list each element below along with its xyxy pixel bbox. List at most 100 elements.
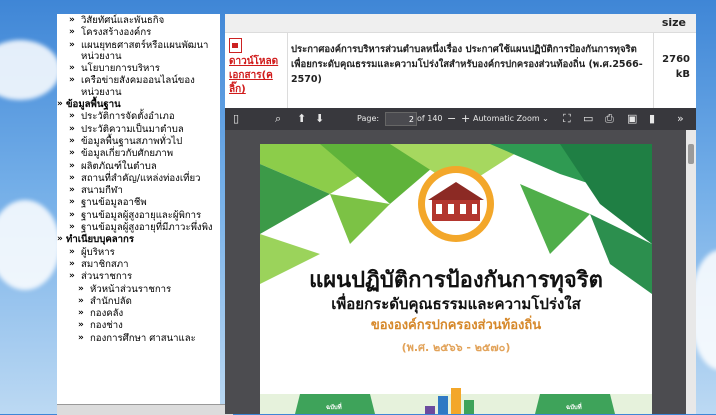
sidebar-menu-item[interactable]: » สถานที่สำคัญ/แหล่งท่องเที่ยว bbox=[57, 173, 220, 184]
sidebar-item-label: ประวัติความเป็นมาตำบล bbox=[81, 123, 184, 135]
sidebar-menu-item[interactable]: » กองการศึกษา ศาสนาและ bbox=[57, 333, 220, 344]
tools-menu-icon[interactable]: » bbox=[677, 112, 684, 126]
chevron-right-icon: » bbox=[78, 320, 84, 331]
chevron-right-icon: » bbox=[78, 332, 84, 343]
chevron-right-icon: » bbox=[78, 308, 84, 319]
cover-badge-left: ฉบับที่ bbox=[326, 404, 342, 411]
download-icon[interactable]: ▣ bbox=[627, 112, 637, 126]
download-label: ดาวน์โหลดเอกสาร(คลิ๊ก) bbox=[229, 56, 279, 95]
chevron-right-icon: » bbox=[69, 185, 75, 196]
sidebar-item-label: ฐานข้อมูลผู้สูงอายุที่มีภาวะพึ่งพิง bbox=[81, 222, 213, 234]
chevron-right-icon: » bbox=[69, 75, 75, 86]
print-icon[interactable]: ⎙ bbox=[605, 112, 614, 126]
sidebar-item-label: สมาชิกสภา bbox=[81, 258, 129, 270]
cover-year-range: (พ.ศ. ๒๕๖๖ - ๒๕๗๐) bbox=[401, 341, 511, 354]
sidebar-menu-item[interactable]: » สำนักปลัด bbox=[57, 296, 220, 307]
sidebar-item-label: หัวหน้าส่วนราชการ bbox=[90, 283, 172, 295]
fullscreen-icon[interactable]: ⛶ bbox=[563, 112, 571, 126]
sidebar-menu-item[interactable]: » ผู้บริหาร bbox=[57, 247, 220, 258]
sidebar-menu-item[interactable]: » วิสัยทัศน์และพันธกิจ bbox=[57, 15, 220, 26]
previous-page-icon[interactable]: ⬆ bbox=[297, 112, 306, 126]
chevron-right-icon: » bbox=[69, 111, 75, 122]
chevron-right-icon: » bbox=[69, 172, 75, 183]
sidebar-menu-item[interactable]: » ข้อมูลเกี่ยวกับศักยภาพ bbox=[57, 148, 220, 159]
sidebar-item-label: สถานที่สำคัญ/แหล่งท่องเที่ยว bbox=[81, 172, 201, 184]
sidebar-menu-item[interactable]: » นโยบายการบริหาร bbox=[57, 63, 220, 74]
chevron-right-icon: » bbox=[69, 63, 75, 74]
zoom-label: Automatic Zoom bbox=[473, 114, 540, 123]
sidebar-item-label: กองคลัง bbox=[90, 308, 124, 320]
sidebar-menu-item[interactable]: » หัวหน้าส่วนราชการ bbox=[57, 284, 220, 295]
chevron-right-icon: » bbox=[69, 15, 75, 25]
chevron-right-icon: » bbox=[69, 39, 75, 50]
sidebar-menu-item[interactable]: » เครือข่ายสังคมออนไลน์ของหน่วยงาน bbox=[57, 75, 220, 98]
sidebar-item-label: ประวัติการจัดตั้งอำเภอ bbox=[81, 111, 175, 123]
sidebar-menu-item[interactable]: » ผลิตภัณฑ์ในตำบล bbox=[57, 161, 220, 172]
pdf-scroll-thumb[interactable] bbox=[688, 144, 694, 164]
download-document-link[interactable]: ดาวน์โหลดเอกสาร(คลิ๊ก) bbox=[229, 38, 285, 97]
chevron-right-icon: » bbox=[69, 123, 75, 134]
page-number-input[interactable] bbox=[385, 112, 417, 126]
sidebar-menu-item[interactable]: » โครงสร้างองค์กร bbox=[57, 27, 220, 38]
sidebar-menu-item[interactable]: » ข้อมูลพื้นฐาน bbox=[57, 99, 220, 110]
sidebar-item-label: ข้อมูลพื้นฐานสภาพทั่วไป bbox=[81, 135, 183, 147]
table-header: size bbox=[225, 14, 696, 33]
page-label: Page: bbox=[357, 114, 380, 123]
sidebar-menu-item[interactable]: » ส่วนราชการ bbox=[57, 271, 220, 282]
pdf-toolbar: ▯ ⌕ ⬆ ⬇ Page: of 140 − + Automatic Zoom … bbox=[225, 108, 696, 130]
sidebar-item-label: ข้อมูลพื้นฐาน bbox=[66, 99, 121, 111]
chevron-right-icon: » bbox=[78, 283, 84, 294]
sidebar-item-label: ข้อมูลเกี่ยวกับศักยภาพ bbox=[81, 148, 174, 160]
chevron-right-icon: » bbox=[69, 258, 75, 269]
sidebar-menu-item[interactable]: » ประวัติความเป็นมาตำบล bbox=[57, 124, 220, 135]
sidebar-menu-item[interactable]: » แผนยุทธศาสตร์หรือแผนพัฒนาหน่วยงาน bbox=[57, 40, 220, 63]
table-row: ดาวน์โหลดเอกสาร(คลิ๊ก) ประกาศองค์การบริห… bbox=[225, 32, 696, 109]
pdf-file-icon bbox=[229, 38, 242, 53]
pdf-page: แผนปฏิบัติการป้องกันการทุจริต เพื่อยกระด… bbox=[260, 144, 652, 414]
chevron-right-icon: » bbox=[57, 99, 63, 110]
sidebar-menu: » วิสัยทัศน์และพันธกิจ » โครงสร้างองค์กร » แผ… bbox=[57, 14, 220, 414]
document-description: ประกาศองค์การบริหารส่วนตำบลหนึ่งเรื่อง ป… bbox=[291, 44, 643, 85]
pdf-scrollbar[interactable] bbox=[686, 130, 696, 414]
chevron-right-icon: » bbox=[57, 234, 63, 245]
sidebar-item-label: สำนักปลัด bbox=[90, 295, 132, 307]
sidebar-item-label: แผนยุทธศาสตร์หรือแผนพัฒนาหน่วยงาน bbox=[81, 39, 209, 62]
sidebar-menu-item[interactable]: » กองคลัง bbox=[57, 308, 220, 319]
sidebar-item-label: กองการศึกษา ศาสนาและ bbox=[90, 332, 196, 344]
sidebar-menu-item[interactable]: » ฐานข้อมูลผู้สูงอายุและผู้พิการ bbox=[57, 210, 220, 221]
sidebar-item-label: ผู้บริหาร bbox=[81, 246, 115, 258]
sidebar-menu-item[interactable]: » ฐานข้อมูลผู้สูงอายุที่มีภาวะพึ่งพิง bbox=[57, 222, 220, 233]
zoom-select[interactable]: Automatic Zoom ⌄ bbox=[473, 114, 549, 123]
sidebar-menu-item[interactable]: » สมาชิกสภา bbox=[57, 259, 220, 270]
sidebar-toggle-icon[interactable]: ▯ bbox=[233, 112, 239, 126]
bookmark-icon[interactable]: ▮ bbox=[649, 112, 655, 126]
sidebar-menu-item[interactable]: » กองช่าง bbox=[57, 320, 220, 331]
sidebar-item-label: วิสัยทัศน์และพันธกิจ bbox=[81, 15, 165, 26]
zoom-out-icon[interactable]: − bbox=[447, 112, 456, 126]
chevron-right-icon: » bbox=[69, 222, 75, 233]
sidebar-item-label: เครือข่ายสังคมออนไลน์ของหน่วยงาน bbox=[81, 75, 195, 98]
chevron-right-icon: » bbox=[69, 271, 75, 282]
chevron-right-icon: » bbox=[69, 27, 75, 38]
sidebar-item-label: ทำเนียบบุคลากร bbox=[66, 234, 134, 246]
sidebar-item-label: ฐานข้อมูลผู้สูงอายุและผู้พิการ bbox=[81, 209, 202, 221]
search-icon[interactable]: ⌕ bbox=[275, 112, 281, 126]
sidebar-menu-item[interactable]: » ประวัติการจัดตั้งอำเภอ bbox=[57, 111, 220, 122]
horizontal-scrollbar[interactable] bbox=[57, 404, 233, 415]
column-divider bbox=[287, 32, 288, 108]
sidebar-menu-item[interactable]: » สนามกีฬา bbox=[57, 185, 220, 196]
sidebar-menu-item[interactable]: » ฐานข้อมูลอาชีพ bbox=[57, 197, 220, 208]
sidebar-menu-item[interactable]: » ข้อมูลพื้นฐานสภาพทั่วไป bbox=[57, 136, 220, 147]
sidebar-menu-item[interactable]: » ทำเนียบบุคลากร bbox=[57, 234, 220, 245]
main-content: size ดาวน์โหลดเอกสาร(คลิ๊ก) ประกาศองค์กา… bbox=[225, 14, 696, 414]
open-file-icon[interactable]: ▭ bbox=[583, 112, 593, 126]
sidebar-item-label: นโยบายการบริหาร bbox=[81, 63, 160, 75]
sidebar-item-label: กองช่าง bbox=[90, 320, 123, 332]
cover-badge-right: ฉบับที่ bbox=[566, 404, 582, 411]
next-page-icon[interactable]: ⬇ bbox=[315, 112, 324, 126]
chevron-right-icon: » bbox=[69, 135, 75, 146]
zoom-in-icon[interactable]: + bbox=[461, 112, 470, 126]
chevron-right-icon: » bbox=[69, 209, 75, 220]
sidebar-item-label: โครงสร้างองค์กร bbox=[81, 27, 152, 39]
menu-list: » วิสัยทัศน์และพันธกิจ » โครงสร้างองค์กร » แผ… bbox=[57, 15, 220, 344]
